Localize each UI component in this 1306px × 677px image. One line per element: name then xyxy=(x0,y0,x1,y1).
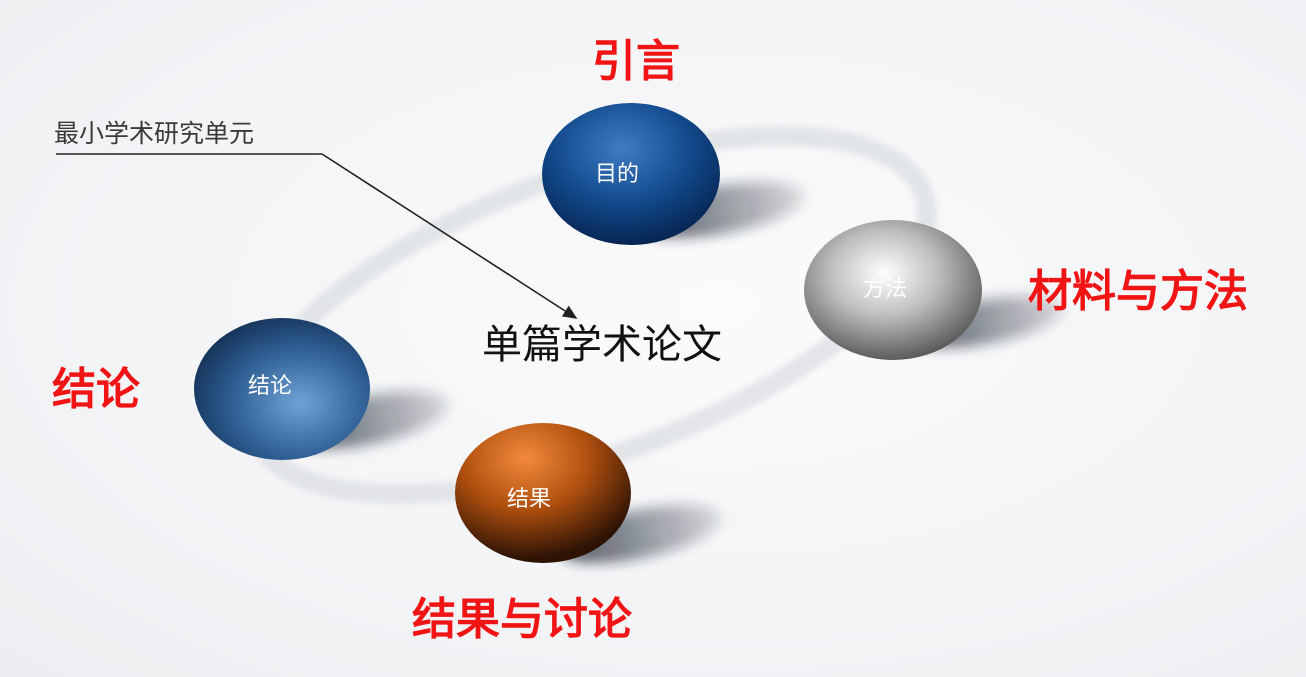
label-introduction: 引言 xyxy=(592,36,680,87)
annotation-text: 最小学术研究单元 xyxy=(54,119,255,148)
ball-method-label: 方法 xyxy=(862,277,908,302)
ball-conclusion-label: 结论 xyxy=(247,374,293,399)
label-results-discussion: 结果与讨论 xyxy=(412,594,632,645)
center-title: 单篇学术论文 xyxy=(482,322,722,368)
ball-purpose-label: 目的 xyxy=(594,162,640,187)
label-materials-methods: 材料与方法 xyxy=(1028,266,1248,317)
slide: 目的 方法 结论 结果 引言 材料与方法 结论 结果与讨论 最小学术研究单元 单… xyxy=(0,0,1306,677)
ball-result-label: 结果 xyxy=(506,487,552,512)
label-conclusion: 结论 xyxy=(52,364,140,415)
